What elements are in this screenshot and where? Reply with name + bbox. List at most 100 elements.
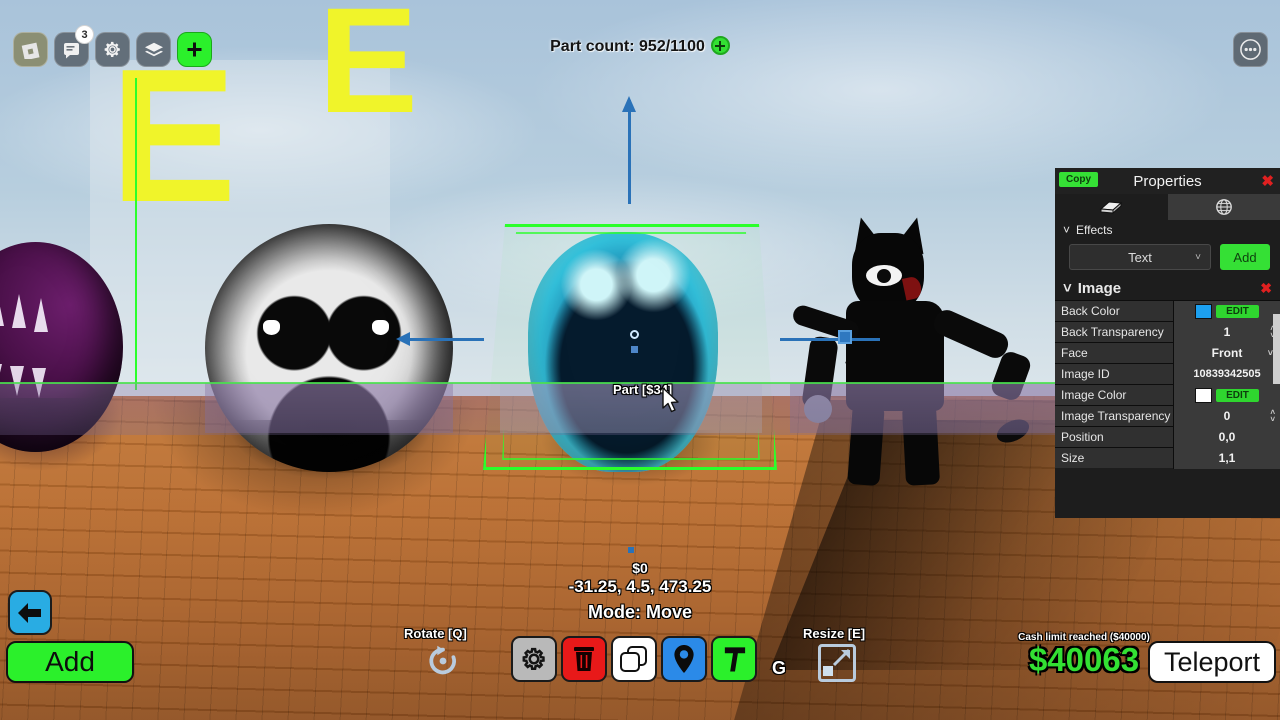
- graffiti-letter-1: E: [110, 30, 237, 242]
- property-value[interactable]: 0 ˄ ˅: [1173, 405, 1280, 427]
- grid-key-hint: G: [772, 658, 787, 678]
- property-value-text: 1: [1223, 325, 1231, 339]
- property-value-text: 1,1: [1218, 451, 1236, 465]
- property-row: Size 1,1: [1055, 447, 1280, 469]
- image-section-label: Image: [1077, 280, 1122, 297]
- property-key: Position: [1061, 430, 1104, 444]
- tab-world[interactable]: [1167, 194, 1280, 220]
- cash-delta: $0: [632, 560, 648, 576]
- chevron-down-icon: ˅: [1195, 251, 1201, 263]
- property-key: Back Color: [1061, 304, 1120, 318]
- teleport-button[interactable]: Teleport: [1148, 641, 1276, 683]
- property-key: Size: [1061, 451, 1085, 465]
- properties-tabs: [1055, 194, 1280, 220]
- property-value[interactable]: EDIT: [1173, 384, 1280, 406]
- property-value[interactable]: Front ˅: [1173, 342, 1280, 364]
- property-key: Back Transparency: [1061, 325, 1164, 339]
- property-key: Face: [1061, 346, 1088, 360]
- property-key: Image ID: [1061, 367, 1110, 381]
- effect-type-dropdown[interactable]: Text ˅: [1069, 244, 1211, 270]
- property-key: Image Color: [1061, 388, 1127, 402]
- property-row: Image Color EDIT: [1055, 384, 1280, 406]
- edit-color-button[interactable]: EDIT: [1216, 388, 1259, 402]
- close-icon[interactable]: ✖: [1261, 172, 1274, 190]
- color-swatch[interactable]: [1195, 387, 1213, 403]
- game-screen: E E Part [$34] 3 Part count: 952/1100 Co…: [0, 0, 1280, 720]
- spinner-arrows-icon[interactable]: ˄˅: [1270, 409, 1275, 424]
- back-arrow-icon: [18, 602, 41, 623]
- status-readout: $0 -31.25, 4.5, 473.25 Mode: Move: [0, 560, 1280, 623]
- troll-eye-left: [263, 320, 280, 335]
- add-button[interactable]: Add: [6, 641, 134, 683]
- properties-panel[interactable]: Copy Properties ✖ ˅ Effects Text ˅ Add ˅…: [1055, 168, 1280, 518]
- effects-controls: Text ˅ Add: [1055, 240, 1280, 277]
- back-button[interactable]: [8, 590, 52, 635]
- trash-icon: [574, 647, 594, 671]
- property-value[interactable]: EDIT: [1173, 300, 1280, 322]
- image-section-header[interactable]: ˅ Image ✖: [1055, 277, 1280, 300]
- property-row: Back Transparency 1˄˅: [1055, 321, 1280, 343]
- mode-readout: Mode: Move: [587, 602, 692, 622]
- property-value-text: 10839342505: [1193, 368, 1261, 380]
- property-value[interactable]: 10839342505: [1173, 363, 1280, 385]
- page-title: Properties: [1133, 172, 1202, 190]
- part-center-marker: [631, 346, 638, 353]
- move-handle-up-shaft[interactable]: [628, 100, 631, 204]
- property-value[interactable]: 1,1: [1173, 447, 1280, 469]
- chevron-down-icon: ˅: [1063, 280, 1072, 297]
- tool-anchor-button[interactable]: [661, 636, 707, 682]
- rotate-icon[interactable]: [424, 642, 462, 685]
- tool-settings-button[interactable]: [511, 636, 557, 682]
- tool-delete-button[interactable]: [561, 636, 607, 682]
- cash-display: Cash limit reached ($40000) $40063: [1004, 632, 1164, 678]
- build-toolbar: [511, 636, 757, 682]
- move-handle-down-node[interactable]: [628, 547, 634, 553]
- property-row: Back Color EDIT: [1055, 300, 1280, 322]
- top-toolbar: 3 Part count: 952/1100: [0, 0, 1280, 78]
- property-value-text: 0,0: [1218, 430, 1236, 444]
- resize-icon[interactable]: [818, 644, 856, 682]
- property-value[interactable]: 1˄˅: [1173, 321, 1280, 343]
- move-handle-left-shaft[interactable]: [400, 338, 484, 341]
- resize-label: Resize [E]: [803, 626, 866, 641]
- add-effect-button[interactable]: Add: [1220, 244, 1270, 270]
- copy-button[interactable]: Copy: [1059, 172, 1098, 187]
- property-row: Image Transparency 0 ˄ ˅: [1055, 405, 1280, 427]
- cat-character[interactable]: [790, 213, 1050, 487]
- hammer-icon: [724, 647, 745, 672]
- wall-edge-highlight: [135, 78, 137, 390]
- coordinates-readout: -31.25, 4.5, 473.25: [568, 577, 712, 596]
- part-center-handle[interactable]: [630, 330, 639, 339]
- properties-panel-titlebar: Copy Properties ✖: [1055, 168, 1280, 194]
- tool-duplicate-button[interactable]: [611, 636, 657, 682]
- duplicate-icon: [620, 646, 647, 672]
- more-dots-icon[interactable]: [1233, 32, 1268, 67]
- remove-image-icon[interactable]: ✖: [1260, 280, 1272, 297]
- tool-build-button[interactable]: [711, 636, 757, 682]
- edit-color-button[interactable]: EDIT: [1216, 304, 1259, 318]
- effects-section-header[interactable]: ˅ Effects: [1055, 220, 1280, 240]
- troll-eye-right: [372, 320, 389, 335]
- gear-icon: [522, 647, 545, 671]
- property-value-text: 0: [1223, 409, 1231, 423]
- property-rows: Back ColorEDITBack Transparency1˄˅FaceFr…: [1055, 300, 1280, 469]
- rotate-label: Rotate [Q]: [404, 626, 467, 641]
- property-value-text: Front: [1211, 346, 1243, 360]
- color-swatch[interactable]: [1195, 303, 1213, 319]
- location-pin-icon: [674, 645, 694, 673]
- cat-pupil: [877, 269, 891, 283]
- property-row: Position 0,0: [1055, 426, 1280, 448]
- effect-type-value: Text: [1128, 249, 1152, 265]
- property-value[interactable]: 0,0: [1173, 426, 1280, 448]
- cash-amount: $40063: [1028, 641, 1140, 678]
- move-handle-right-node[interactable]: [838, 330, 852, 344]
- mouse-cursor: [662, 387, 681, 418]
- part-count-label: Part count: 952/1100: [550, 38, 705, 55]
- effects-section-label: Effects: [1076, 223, 1113, 237]
- part-count-display: Part count: 952/1100: [0, 32, 1280, 56]
- move-handle-right-shaft[interactable]: [780, 338, 880, 341]
- properties-scrollbar[interactable]: [1273, 314, 1280, 384]
- property-key: Image Transparency: [1061, 409, 1171, 423]
- tab-part[interactable]: [1055, 194, 1168, 220]
- add-parts-plus-icon[interactable]: [710, 36, 730, 55]
